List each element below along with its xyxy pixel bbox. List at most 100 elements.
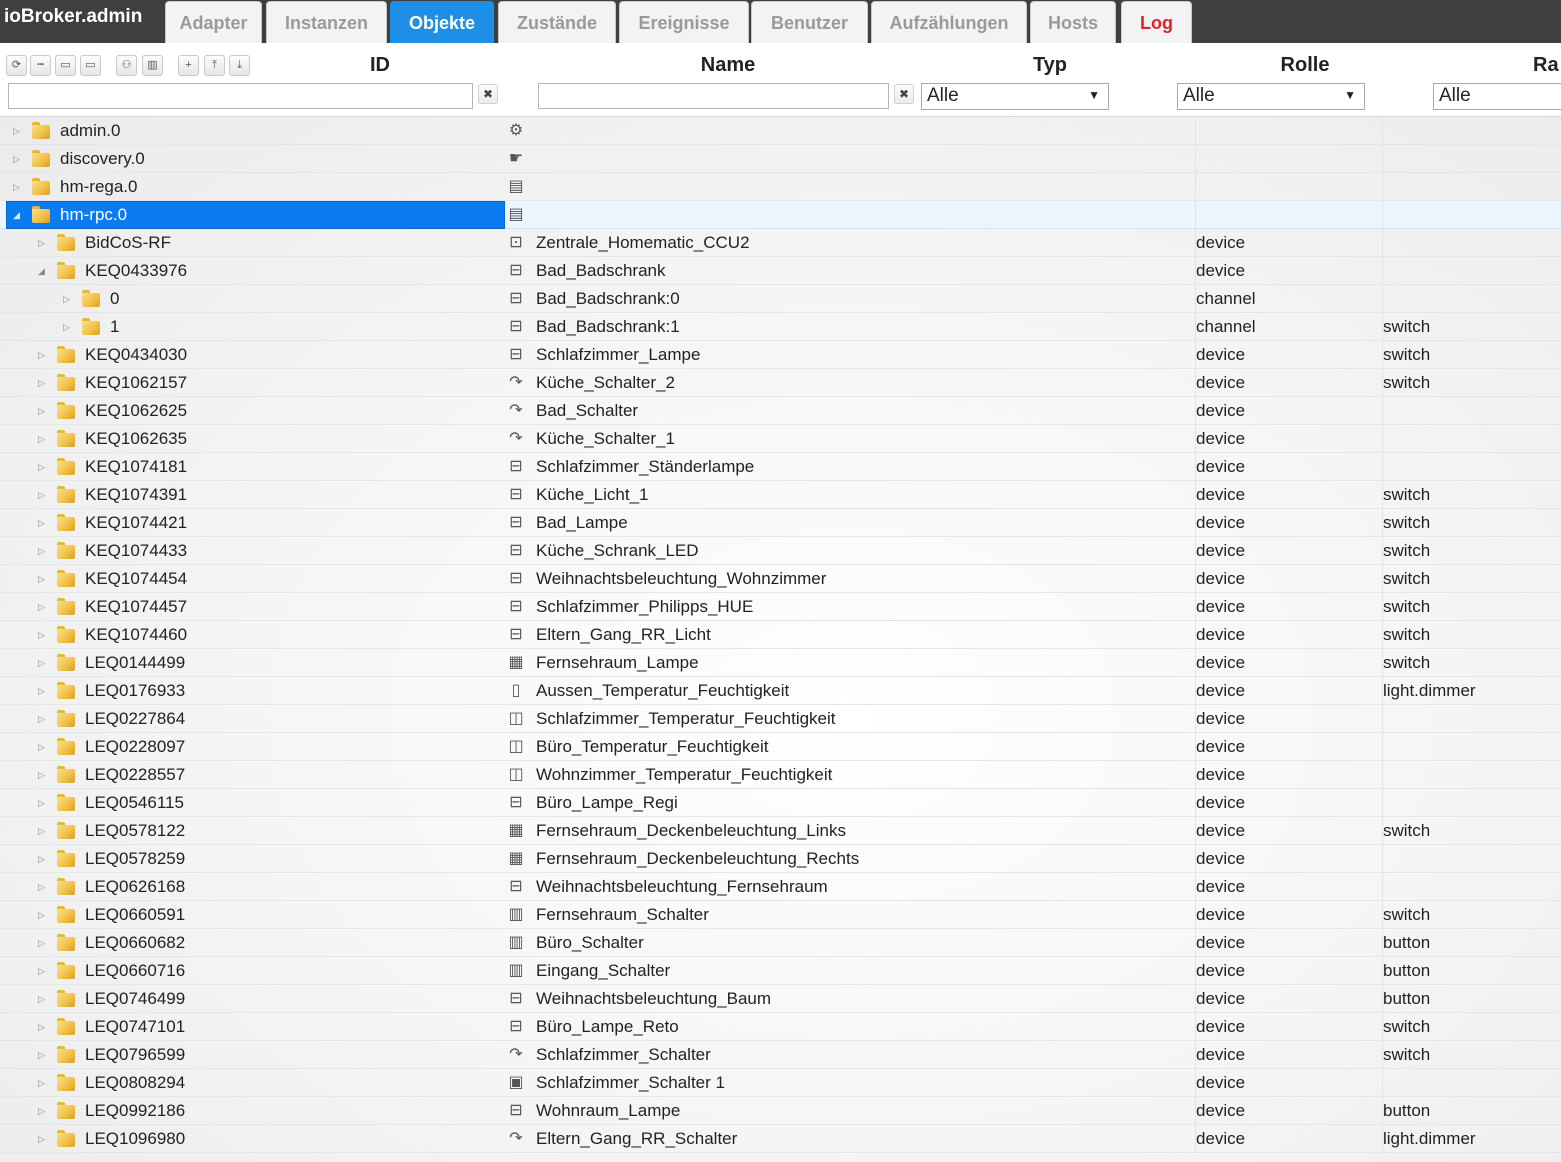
expand-toggle-icon[interactable]: ▷ [38, 910, 45, 921]
tree-row[interactable]: ▷ LEQ0546115 ⊟ Büro_Lampe_Regi device [0, 789, 1561, 817]
tree-row[interactable]: ▷ 0 ⊟ Bad_Badschrank:0 channel [0, 285, 1561, 313]
expand-toggle-icon[interactable]: ▷ [38, 938, 45, 949]
expand-toggle-icon[interactable]: ▷ [38, 378, 45, 389]
tree-row[interactable]: ▷ KEQ1074433 ⊟ Küche_Schrank_LED device switc… [0, 537, 1561, 565]
folder-expand-button[interactable]: ▭ [80, 55, 101, 76]
raum-filter-select[interactable]: Alle [1433, 83, 1561, 110]
tree-row[interactable]: ▷ admin.0 ⚙ [0, 117, 1561, 145]
folder-collapse-button[interactable]: ▭ [55, 55, 76, 76]
expand-toggle-icon[interactable]: ▷ [38, 1078, 45, 1089]
tree-row[interactable]: ▷ LEQ0992186 ⊟ Wohnraum_Lampe device button [0, 1097, 1561, 1125]
tree-row[interactable]: ▷ LEQ0176933 ▯ Aussen_Temperatur_Feuchtigke… [0, 677, 1561, 705]
tree-row[interactable]: ▷ LEQ0746499 ⊟ Weihnachtsbeleuchtung_Baum de… [0, 985, 1561, 1013]
tree-row[interactable]: ▷ LEQ0747101 ⊟ Büro_Lampe_Reto device switch [0, 1013, 1561, 1041]
expand-toggle-icon[interactable]: ▷ [38, 854, 45, 865]
column-header-typ[interactable]: Typ [1010, 54, 1090, 77]
expand-toggle-icon[interactable]: ▷ [38, 490, 45, 501]
tree-row[interactable]: ▷ BidCoS-RF ⊡ Zentrale_Homematic_CCU2 device [0, 229, 1561, 257]
expand-toggle-icon[interactable]: ▷ [38, 1106, 45, 1117]
tree-row[interactable]: ◢ KEQ0433976 ⊟ Bad_Badschrank device [0, 257, 1561, 285]
expand-toggle-icon[interactable]: ▷ [13, 154, 20, 165]
expand-toggle-icon[interactable]: ▷ [38, 1022, 45, 1033]
tree-row[interactable]: ▷ KEQ1074181 ⊟ Schlafzimmer_Ständerlampe dev… [0, 453, 1561, 481]
user-button[interactable]: ⚇ [116, 55, 137, 76]
tree-row[interactable]: ▷ 1 ⊟ Bad_Badschrank:1 channel switch [0, 313, 1561, 341]
expand-toggle-icon[interactable]: ▷ [63, 294, 70, 305]
tree-row[interactable]: ▷ KEQ1074391 ⊟ Küche_Licht_1 device switch [0, 481, 1561, 509]
typ-filter-select[interactable]: Alle ▼ [921, 83, 1109, 110]
tab-objekte[interactable]: Objekte [390, 1, 494, 43]
expand-toggle-icon[interactable]: ▷ [38, 686, 45, 697]
expand-toggle-icon[interactable]: ▷ [13, 182, 20, 193]
expand-toggle-icon[interactable]: ▷ [38, 406, 45, 417]
tree-row[interactable]: ▷ KEQ1074454 ⊟ Weihnachtsbeleuchtung_Wohnzi… [0, 565, 1561, 593]
clear-name-filter-button[interactable]: ✖ [894, 84, 914, 104]
expand-toggle-icon[interactable]: ▷ [38, 1134, 45, 1145]
expand-toggle-icon[interactable]: ▷ [38, 434, 45, 445]
tree-row[interactable]: ▷ KEQ1062625 ↷ Bad_Schalter device [0, 397, 1561, 425]
id-filter-input[interactable] [8, 83, 473, 109]
tree-row[interactable]: ▷ LEQ0796599 ↷ Schlafzimmer_Schalter device s… [0, 1041, 1561, 1069]
tree-row[interactable]: ▷ KEQ1074421 ⊟ Bad_Lampe device switch [0, 509, 1561, 537]
expand-toggle-icon[interactable]: ▷ [38, 518, 45, 529]
tab-log[interactable]: Log [1121, 1, 1192, 43]
expand-toggle-icon[interactable]: ▷ [38, 462, 45, 473]
expand-toggle-icon[interactable]: ▷ [38, 714, 45, 725]
tree-row[interactable]: ▷ LEQ0660591 ▥ Fernsehraum_Schalter device sw… [0, 901, 1561, 929]
column-header-rolle[interactable]: Rolle [1255, 54, 1355, 77]
expand-toggle-icon[interactable]: ▷ [13, 126, 20, 137]
collapse-toggle-icon[interactable]: ◢ [13, 210, 20, 221]
expand-toggle-icon[interactable]: ▷ [38, 630, 45, 641]
expand-toggle-icon[interactable]: ▷ [38, 658, 45, 669]
expand-toggle-icon[interactable]: ▷ [38, 798, 45, 809]
tree-row[interactable]: ▷ LEQ0144499 ▦ Fernsehraum_Lampe device switc… [0, 649, 1561, 677]
tree-row[interactable]: ▷ LEQ0227864 ◫ Schlafzimmer_Temperatur_Feuc… [0, 705, 1561, 733]
tab-hosts[interactable]: Hosts [1030, 1, 1116, 43]
name-filter-input[interactable] [538, 83, 889, 109]
download-button[interactable]: ⤓ [229, 55, 250, 76]
expand-toggle-icon[interactable]: ▷ [38, 602, 45, 613]
tree-row[interactable]: ▷ KEQ1062635 ↷ Küche_Schalter_1 device [0, 425, 1561, 453]
tab-zustaende[interactable]: Zustände [498, 1, 616, 43]
list-view-button[interactable]: ┅ [30, 55, 51, 76]
tree-row[interactable]: ▷ LEQ1096980 ↷ Eltern_Gang_RR_Schalter devic… [0, 1125, 1561, 1153]
expand-toggle-icon[interactable]: ▷ [38, 826, 45, 837]
clear-id-filter-button[interactable]: ✖ [478, 84, 498, 104]
tab-aufzaehlungen[interactable]: Aufzählungen [871, 1, 1027, 43]
tree-row[interactable]: ▷ discovery.0 ☛ [0, 145, 1561, 173]
add-button[interactable]: + [178, 55, 199, 76]
tree-row[interactable]: ▷ LEQ0626168 ⊟ Weihnachtsbeleuchtung_Fernse… [0, 873, 1561, 901]
column-header-id[interactable]: ID [340, 54, 420, 77]
tree-row[interactable]: ▷ LEQ0228097 ◫ Büro_Temperatur_Feuchtigkeit… [0, 733, 1561, 761]
tree-row[interactable]: ◢ hm-rpc.0 ▤ [0, 201, 1561, 229]
expand-toggle-icon[interactable]: ▷ [38, 238, 45, 249]
expand-toggle-icon[interactable]: ▷ [38, 770, 45, 781]
tree-row[interactable]: ▷ LEQ0660682 ▥ Büro_Schalter device button [0, 929, 1561, 957]
expand-toggle-icon[interactable]: ▷ [38, 1050, 45, 1061]
tab-benutzer[interactable]: Benutzer [751, 1, 868, 43]
expand-toggle-icon[interactable]: ▷ [38, 882, 45, 893]
tree-row[interactable]: ▷ hm-rega.0 ▤ [0, 173, 1561, 201]
expand-toggle-icon[interactable]: ▷ [38, 994, 45, 1005]
tab-adapter[interactable]: Adapter [165, 1, 262, 43]
tree-row[interactable]: ▷ LEQ0578259 ▦ Fernsehraum_Deckenbeleuchtun… [0, 845, 1561, 873]
tree-row[interactable]: ▷ LEQ0808294 ▣ Schlafzimmer_Schalter 1 devic… [0, 1069, 1561, 1097]
refresh-button[interactable]: ⟳ [6, 55, 27, 76]
upload-button[interactable]: ⤒ [204, 55, 225, 76]
tree-row[interactable]: ▷ LEQ0660716 ▥ Eingang_Schalter device button [0, 957, 1561, 985]
column-header-raum[interactable]: Ra [1533, 54, 1561, 77]
tree-row[interactable]: ▷ LEQ0578122 ▦ Fernsehraum_Deckenbeleuchtun… [0, 817, 1561, 845]
tree-row[interactable]: ▷ KEQ1062157 ↷ Küche_Schalter_2 device switch [0, 369, 1561, 397]
expand-toggle-icon[interactable]: ▷ [38, 546, 45, 557]
tree-row[interactable]: ▷ LEQ0228557 ◫ Wohnzimmer_Temperatur_Feucht… [0, 761, 1561, 789]
expand-toggle-icon[interactable]: ▷ [38, 574, 45, 585]
expand-toggle-icon[interactable]: ▷ [63, 322, 70, 333]
expand-toggle-icon[interactable]: ▷ [38, 742, 45, 753]
tree-row[interactable]: ▷ KEQ1074457 ⊟ Schlafzimmer_Philipps_HUE dev… [0, 593, 1561, 621]
rolle-filter-select[interactable]: Alle ▼ [1177, 83, 1365, 110]
book-button[interactable]: ▥ [142, 55, 163, 76]
expand-toggle-icon[interactable]: ▷ [38, 350, 45, 361]
tree-row[interactable]: ▷ KEQ0434030 ⊟ Schlafzimmer_Lampe device swit… [0, 341, 1561, 369]
column-header-name[interactable]: Name [680, 54, 776, 77]
tab-instanzen[interactable]: Instanzen [266, 1, 387, 43]
